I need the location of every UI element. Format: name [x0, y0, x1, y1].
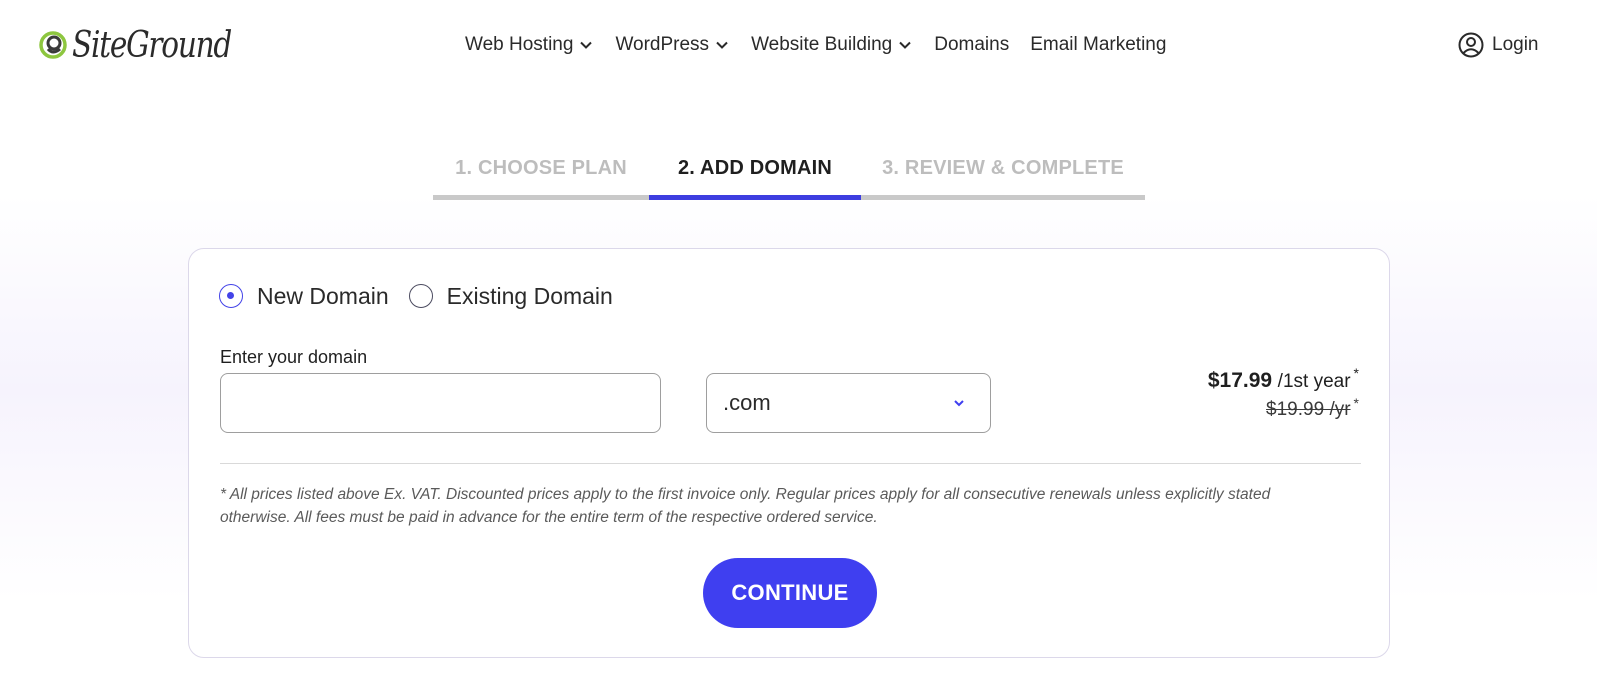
nav-item-domains[interactable]: Domains — [934, 34, 1009, 56]
chevron-down-icon — [716, 41, 728, 49]
radio-label: New Domain — [257, 282, 389, 309]
step-review-complete: 3. REVIEW & COMPLETE — [861, 152, 1145, 200]
logo-wordmark: SiteGround — [72, 24, 232, 66]
site-header: SiteGround Web Hosting WordPress Website… — [0, 0, 1597, 92]
continue-button[interactable]: CONTINUE — [703, 558, 877, 628]
tld-selected-value: .com — [723, 390, 771, 415]
nav-item-wordpress[interactable]: WordPress — [615, 34, 729, 56]
price-regular-asterisk: * — [1353, 395, 1359, 411]
siteground-logo[interactable]: SiteGround — [39, 22, 266, 68]
step-choose-plan[interactable]: 1. CHOOSE PLAN — [433, 152, 649, 200]
checkout-steps: 1. CHOOSE PLAN 2. ADD DOMAIN 3. REVIEW &… — [433, 152, 1145, 200]
domain-price: $17.99 /1st year * $19.99 /yr * — [1207, 365, 1359, 421]
domain-input-label: Enter your domain — [220, 347, 368, 367]
chevron-down-icon — [899, 41, 911, 49]
price-regular-amount: $19.99 /yr — [1266, 399, 1351, 420]
radio-existing-domain[interactable]: Existing Domain — [408, 282, 613, 310]
chevron-down-icon — [580, 41, 593, 49]
nav-item-label: Website Building — [751, 34, 893, 55]
radio-label: Existing Domain — [446, 282, 613, 309]
nav-item-label: WordPress — [615, 34, 710, 55]
price-asterisk: * — [1353, 365, 1359, 381]
radio-new-domain[interactable]: New Domain — [219, 283, 389, 310]
main-nav: Web Hosting WordPress Website Building D… — [465, 30, 1187, 60]
nav-item-website-building[interactable]: Website Building — [751, 34, 912, 56]
chevron-down-icon — [954, 400, 964, 407]
domain-input[interactable] — [220, 373, 661, 433]
user-circle-icon — [1458, 32, 1484, 58]
radio-indicator[interactable] — [408, 284, 433, 308]
price-regular: $19.99 /yr * — [1208, 395, 1359, 421]
divider — [220, 463, 1361, 464]
login-link[interactable]: Login — [1458, 30, 1539, 60]
logo-swirl-icon — [39, 31, 67, 59]
domain-card: New Domain Existing Domain Enter your do… — [188, 248, 1390, 658]
tld-select[interactable]: .com — [706, 373, 991, 433]
nav-item-label: Web Hosting — [465, 34, 574, 55]
nav-item-email-marketing[interactable]: Email Marketing — [1030, 34, 1166, 56]
nav-item-label: Email Marketing — [1030, 34, 1167, 55]
price-amount: $17.99 — [1207, 369, 1273, 392]
price-disclaimer: * All prices listed above Ex. VAT. Disco… — [220, 486, 1271, 526]
nav-item-label: Domains — [934, 34, 1010, 55]
radio-indicator[interactable] — [219, 284, 243, 308]
step-add-domain: 2. ADD DOMAIN — [649, 152, 861, 200]
price-period: /1st year — [1277, 371, 1351, 392]
nav-item-web-hosting[interactable]: Web Hosting — [465, 34, 593, 56]
domain-type-radios: New Domain Existing Domain — [219, 281, 633, 311]
login-label: Login — [1492, 34, 1539, 55]
price-current: $17.99 /1st year * — [1207, 365, 1359, 393]
